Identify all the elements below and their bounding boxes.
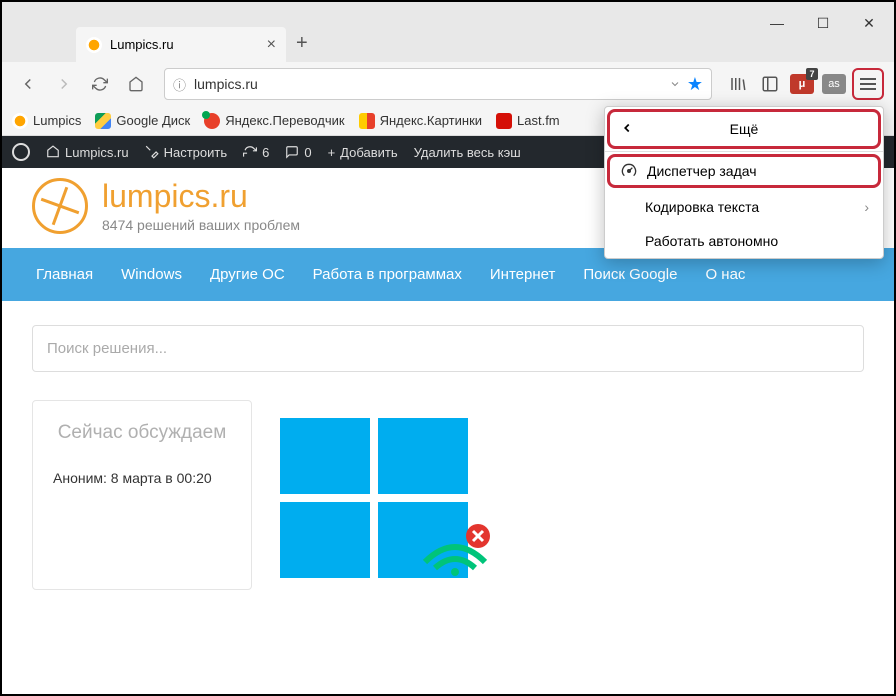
lastfm-icon bbox=[496, 113, 512, 129]
wp-updates[interactable]: 6 bbox=[243, 145, 269, 160]
menu-button[interactable] bbox=[852, 68, 884, 100]
menu-back-button[interactable] bbox=[620, 119, 634, 140]
wp-comments[interactable]: 0 bbox=[285, 145, 311, 160]
browser-tab[interactable]: Lumpics.ru × bbox=[76, 27, 286, 62]
menu-separator bbox=[605, 151, 883, 152]
titlebar: Lumpics.ru × + — ☐ ✕ bbox=[2, 2, 894, 62]
sidebar-icon[interactable] bbox=[756, 70, 784, 98]
dropdown-icon[interactable] bbox=[669, 78, 681, 90]
wp-customize[interactable]: Настроить bbox=[145, 145, 228, 160]
bookmark-gdrive[interactable]: Google Диск bbox=[95, 113, 190, 129]
nav-home[interactable]: Главная bbox=[22, 248, 107, 301]
forward-button[interactable] bbox=[48, 68, 80, 100]
menu-text-encoding[interactable]: Кодировка текста › bbox=[605, 190, 883, 224]
bookmark-lumpics[interactable]: Lumpics bbox=[12, 113, 81, 129]
app-menu-popup: Ещё Диспетчер задач Кодировка текста › Р… bbox=[604, 106, 884, 259]
site-info-icon[interactable]: ⓘ bbox=[173, 75, 186, 94]
tab-title: Lumpics.ru bbox=[110, 37, 174, 52]
menu-title: Ещё bbox=[730, 121, 759, 137]
gauge-icon bbox=[621, 163, 637, 179]
bookmark-yandex-images[interactable]: Яндекс.Картинки bbox=[359, 113, 482, 129]
ublock-icon[interactable]: μ7 bbox=[788, 70, 816, 98]
nav-internet[interactable]: Интернет bbox=[476, 248, 569, 301]
close-button[interactable]: ✕ bbox=[846, 4, 892, 42]
home-button[interactable] bbox=[120, 68, 152, 100]
badge-count: 7 bbox=[806, 68, 818, 80]
wp-add-new[interactable]: +Добавить bbox=[328, 145, 398, 160]
nav-programs[interactable]: Работа в программах bbox=[299, 248, 476, 301]
bookmark-star-icon[interactable]: ★ bbox=[687, 74, 703, 95]
site-title: lumpics.ru bbox=[102, 178, 300, 215]
wordpress-icon bbox=[12, 143, 30, 161]
window-controls: — ☐ ✕ bbox=[754, 4, 892, 42]
menu-work-offline[interactable]: Работать автономно bbox=[605, 224, 883, 258]
wifi-error-icon bbox=[420, 522, 490, 576]
reload-button[interactable] bbox=[84, 68, 116, 100]
article-thumbnail[interactable] bbox=[280, 400, 490, 590]
back-button[interactable] bbox=[12, 68, 44, 100]
browser-toolbar: ⓘ lumpics.ru ★ μ7 as bbox=[2, 62, 894, 106]
nav-other-os[interactable]: Другие ОС bbox=[196, 248, 299, 301]
card-meta: Аноним: 8 марта в 00:20 bbox=[53, 468, 231, 489]
plus-icon: + bbox=[328, 145, 336, 160]
wp-site-link[interactable]: Lumpics.ru bbox=[46, 145, 129, 160]
new-tab-button[interactable]: + bbox=[296, 32, 308, 55]
url-bar[interactable]: ⓘ lumpics.ru ★ bbox=[164, 68, 712, 100]
bookmark-yandex-translate[interactable]: Яндекс.Переводчик bbox=[204, 113, 344, 129]
nav-windows[interactable]: Windows bbox=[107, 248, 196, 301]
refresh-icon bbox=[243, 145, 257, 159]
gdrive-icon bbox=[95, 113, 111, 129]
bookmark-lastfm[interactable]: Last.fm bbox=[496, 113, 560, 129]
yandex-icon bbox=[204, 113, 220, 129]
comment-icon bbox=[285, 145, 299, 159]
menu-header: Ещё bbox=[607, 109, 881, 149]
lastfm-ext-icon[interactable]: as bbox=[820, 70, 848, 98]
url-text: lumpics.ru bbox=[194, 76, 669, 92]
lumpics-icon bbox=[12, 113, 28, 129]
tab-close-icon[interactable]: × bbox=[267, 36, 276, 54]
wp-logo[interactable] bbox=[12, 143, 30, 161]
wp-clear-cache[interactable]: Удалить весь кэш bbox=[414, 145, 521, 160]
tab-favicon bbox=[86, 37, 102, 53]
site-subtitle: 8474 решений ваших проблем bbox=[102, 217, 300, 233]
card-heading: Сейчас обсуждаем bbox=[53, 421, 231, 446]
site-logo-icon bbox=[32, 178, 88, 234]
search-input[interactable]: Поиск решения... bbox=[32, 325, 864, 372]
maximize-button[interactable]: ☐ bbox=[800, 4, 846, 42]
chevron-right-icon: › bbox=[864, 199, 869, 215]
discussion-card: Сейчас обсуждаем Аноним: 8 марта в 00:20 bbox=[32, 400, 252, 590]
brush-icon bbox=[145, 145, 159, 159]
home-icon bbox=[46, 145, 60, 159]
minimize-button[interactable]: — bbox=[754, 4, 800, 42]
yandex-img-icon bbox=[359, 113, 375, 129]
library-icon[interactable] bbox=[724, 70, 752, 98]
menu-task-manager[interactable]: Диспетчер задач bbox=[607, 154, 881, 188]
